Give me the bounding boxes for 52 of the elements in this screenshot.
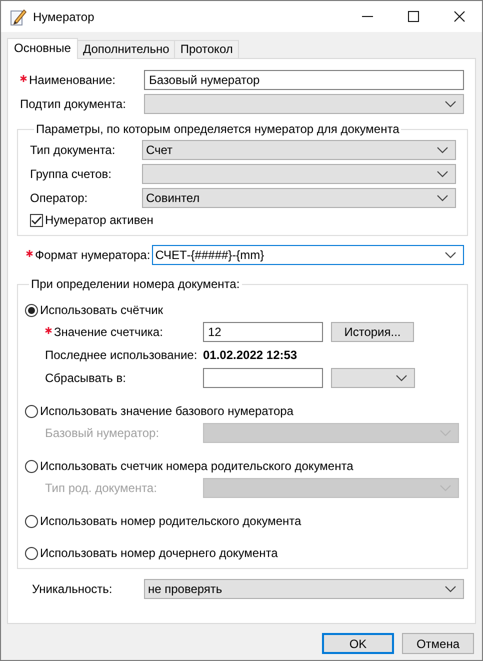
pencil-note-icon — [9, 8, 27, 26]
field-label: Формат нумератора: — [35, 248, 150, 262]
radio-button[interactable] — [25, 304, 38, 316]
tab[interactable]: Протокол — [174, 40, 239, 58]
field-label: Сбрасывать в: — [45, 371, 126, 385]
field-label: Тип документа: — [30, 143, 116, 157]
chevron-down-icon — [437, 170, 448, 178]
chevron-down-icon — [396, 374, 407, 382]
date-value: 01.02.2022 12:53 — [203, 348, 298, 362]
radio-label: Использовать номер дочернего документа — [40, 546, 278, 560]
field-label: Тип род. документа: — [45, 481, 157, 495]
radio-label: Использовать значение базового нумератора — [40, 404, 294, 418]
radio-label: Использовать счетчик номера родительского документа — [40, 459, 354, 473]
field-label: Группа счетов: — [30, 167, 112, 181]
dialog-button[interactable]: OK — [322, 633, 394, 654]
dropdown[interactable]: не проверять — [144, 579, 464, 599]
radio-button[interactable] — [25, 460, 38, 472]
checkbox-label: Нумератор активен — [45, 213, 154, 227]
text-field[interactable] — [203, 368, 323, 388]
radio-button[interactable] — [25, 514, 38, 528]
text-field[interactable]: 12 — [203, 322, 323, 342]
group-title: Параметры, по которым определяется нумератор для документа — [35, 122, 400, 136]
history-button[interactable]: История... — [331, 322, 414, 342]
tab[interactable]: Дополнительно — [76, 40, 176, 58]
group-title: При определении номера документа: — [30, 277, 241, 291]
dialog-button[interactable]: Отмена — [402, 633, 474, 654]
checkmark-icon — [31, 216, 42, 224]
dropdown[interactable]: Счет — [142, 140, 456, 160]
chevron-down-icon — [445, 252, 456, 258]
checkbox[interactable] — [30, 214, 43, 226]
text-field[interactable]: Базовый нумератор — [144, 70, 464, 90]
radio-label: Использовать номер родительского документа — [40, 514, 302, 528]
close-icon — [454, 11, 464, 22]
dropdown[interactable]: Совинтел — [142, 188, 456, 208]
chevron-down-icon — [437, 146, 448, 154]
chevron-down-icon — [437, 194, 448, 202]
field-label: Наименование: — [29, 73, 116, 87]
field-label: Уникальность: — [32, 582, 112, 596]
field-label: Последнее использование: — [45, 348, 198, 362]
field-label: Значение счетчика: — [54, 325, 163, 339]
window-title: Нумератор — [33, 10, 94, 24]
field-label: Оператор: — [30, 191, 88, 205]
radio-button[interactable] — [25, 404, 38, 418]
radio-button[interactable] — [25, 546, 38, 560]
chevron-down-icon — [445, 586, 456, 592]
maximize-icon — [408, 11, 418, 22]
dropdown[interactable]: СЧЕТ-{#####}-{mm} — [152, 245, 464, 265]
tab[interactable]: Основные — [7, 38, 78, 59]
radio-label: Использовать счётчик — [40, 303, 164, 317]
chevron-down-icon — [445, 100, 456, 108]
field-label: Подтип документа: — [20, 97, 126, 111]
field-label: Базовый нумератор: — [45, 426, 160, 440]
